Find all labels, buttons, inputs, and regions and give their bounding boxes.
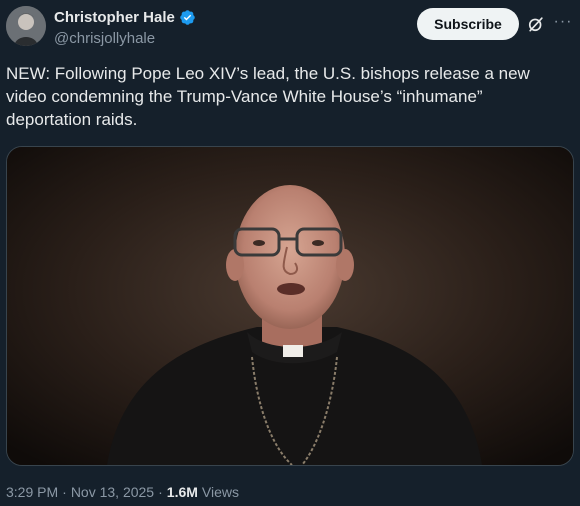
meta-separator-2: ·	[158, 484, 163, 500]
video-thumbnail[interactable]	[6, 146, 574, 466]
views-count[interactable]: 1.6M	[167, 484, 198, 500]
more-icon[interactable]: ···	[553, 14, 573, 34]
verified-badge-icon	[180, 10, 195, 25]
tweet-text: NEW: Following Pope Leo XIV’s lead, the …	[6, 64, 530, 129]
tweet-time[interactable]: 3:29 PM	[6, 484, 58, 500]
author-name-row[interactable]: Christopher Hale	[54, 9, 196, 26]
subscribe-button[interactable]: Subscribe	[417, 8, 519, 40]
avatar[interactable]	[6, 6, 46, 46]
grok-icon[interactable]	[526, 14, 546, 34]
tweet-meta: 3:29 PM · Nov 13, 2025 · 1.6M Views	[6, 484, 239, 500]
author-name[interactable]: Christopher Hale	[54, 9, 175, 26]
meta-separator: ·	[62, 484, 67, 500]
author-handle[interactable]: @chrisjollyhale	[54, 30, 155, 47]
tweet-date[interactable]: Nov 13, 2025	[71, 484, 154, 500]
views-label: Views	[201, 484, 239, 500]
